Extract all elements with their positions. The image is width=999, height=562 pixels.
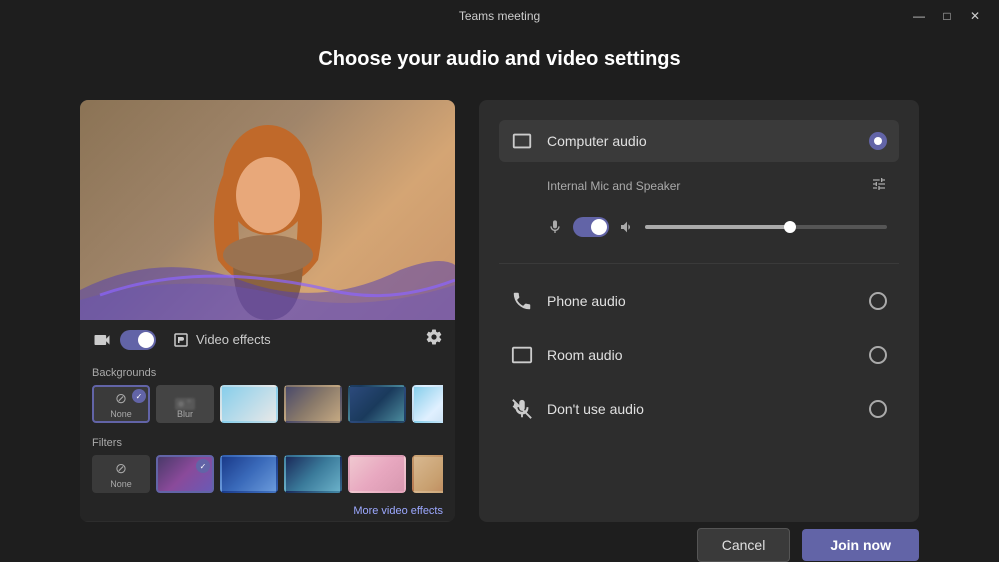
filters-label: Filters bbox=[92, 437, 443, 449]
window-controls: — □ ✕ bbox=[911, 8, 983, 24]
computer-audio-label: Computer audio bbox=[547, 133, 855, 149]
camera-toggle[interactable] bbox=[120, 330, 156, 350]
computer-audio-radio bbox=[869, 132, 887, 150]
video-effects-button[interactable]: Video effects bbox=[172, 331, 271, 349]
phone-audio-label: Phone audio bbox=[547, 293, 855, 309]
filter-3-thumb[interactable] bbox=[284, 455, 342, 493]
phone-audio-radio bbox=[869, 292, 887, 310]
room-audio-icon bbox=[511, 344, 533, 366]
bg-2-thumb[interactable] bbox=[284, 385, 342, 423]
volume-slider[interactable] bbox=[645, 225, 887, 229]
video-settings-button[interactable] bbox=[425, 328, 443, 351]
computer-audio-icon bbox=[511, 130, 533, 152]
main-area: Video effects Backgrounds ⊘ None ✓ bbox=[80, 100, 919, 522]
bg-3-thumb[interactable] bbox=[348, 385, 406, 423]
computer-audio-option[interactable]: Computer audio bbox=[499, 120, 899, 162]
minimize-button[interactable]: — bbox=[911, 8, 927, 24]
tune-settings-icon bbox=[871, 176, 887, 192]
join-now-button[interactable]: Join now bbox=[802, 529, 919, 561]
filter-4-thumb[interactable] bbox=[348, 455, 406, 493]
more-video-effects-link[interactable]: More video effects bbox=[80, 501, 455, 521]
mic-speaker-row: Internal Mic and Speaker bbox=[499, 174, 899, 201]
camera-icon bbox=[92, 330, 112, 350]
mic-speaker-label: Internal Mic and Speaker bbox=[547, 179, 861, 193]
divider-1 bbox=[499, 263, 899, 264]
video-preview bbox=[80, 100, 455, 320]
backgrounds-thumbnails: ⊘ None ✓ Blur bbox=[92, 385, 443, 423]
cancel-button[interactable]: Cancel bbox=[697, 528, 791, 562]
window-title: Teams meeting bbox=[459, 9, 540, 23]
camera-toggle-group bbox=[92, 330, 156, 350]
filter-1-check: ✓ bbox=[196, 459, 210, 473]
filter-5-thumb[interactable] bbox=[412, 455, 443, 493]
filter-none-thumb[interactable]: ⊘ None bbox=[92, 455, 150, 493]
video-panel: Video effects Backgrounds ⊘ None ✓ bbox=[80, 100, 455, 522]
no-audio-icon bbox=[511, 398, 533, 420]
backgrounds-section: Backgrounds ⊘ None ✓ bbox=[80, 359, 455, 431]
backgrounds-label: Backgrounds bbox=[92, 367, 443, 379]
audio-panel: Computer audio Internal Mic and Speaker bbox=[479, 100, 919, 522]
mic-volume-row bbox=[499, 213, 899, 247]
no-audio-option[interactable]: Don't use audio bbox=[499, 388, 899, 430]
bg-none-thumb[interactable]: ⊘ None ✓ bbox=[92, 385, 150, 423]
video-effects-icon bbox=[172, 331, 190, 349]
wave-overlay bbox=[80, 240, 455, 320]
room-audio-option[interactable]: Room audio bbox=[499, 334, 899, 376]
filters-thumbnails: ⊘ None ✓ bbox=[92, 455, 443, 493]
close-button[interactable]: ✕ bbox=[967, 8, 983, 24]
room-audio-radio bbox=[869, 346, 887, 364]
tune-icon[interactable] bbox=[871, 176, 887, 195]
no-audio-radio bbox=[869, 400, 887, 418]
volume-thumb bbox=[784, 221, 796, 233]
video-effects-label: Video effects bbox=[196, 332, 271, 347]
bottom-buttons: Cancel Join now bbox=[697, 528, 919, 562]
phone-audio-option[interactable]: Phone audio bbox=[499, 280, 899, 322]
settings-icon bbox=[425, 328, 443, 346]
bg-none-check: ✓ bbox=[132, 389, 146, 403]
speaker-icon bbox=[619, 219, 635, 235]
bg-blur-thumb[interactable]: Blur bbox=[156, 385, 214, 423]
page-title: Choose your audio and video settings bbox=[0, 48, 999, 71]
filter-1-thumb[interactable]: ✓ bbox=[156, 455, 214, 493]
filter-2-thumb[interactable] bbox=[220, 455, 278, 493]
title-bar: Teams meeting — □ ✕ bbox=[0, 0, 999, 32]
mic-icon bbox=[547, 219, 563, 235]
volume-fill bbox=[645, 225, 790, 229]
video-controls-bar: Video effects bbox=[80, 320, 455, 359]
phone-audio-icon bbox=[511, 290, 533, 312]
bg-4-thumb[interactable] bbox=[412, 385, 443, 423]
maximize-button[interactable]: □ bbox=[939, 8, 955, 24]
no-audio-label: Don't use audio bbox=[547, 401, 855, 417]
room-audio-label: Room audio bbox=[547, 347, 855, 363]
bg-1-thumb[interactable] bbox=[220, 385, 278, 423]
mic-toggle[interactable] bbox=[573, 217, 609, 237]
filters-section: Filters ⊘ None ✓ bbox=[80, 431, 455, 501]
